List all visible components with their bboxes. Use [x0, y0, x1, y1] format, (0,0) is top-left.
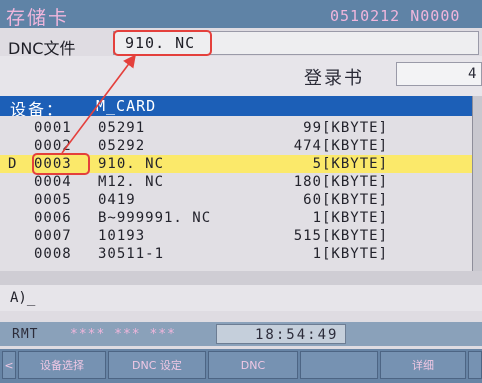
softkey-detail-button[interactable]: 详细: [380, 351, 466, 379]
status-stars: **** *** ***: [70, 327, 176, 342]
command-line[interactable]: [0, 285, 482, 311]
softkey-device-select-button[interactable]: 设备选择: [18, 351, 106, 379]
clock: 18:54:49: [255, 327, 339, 343]
softkey-next-button[interactable]: [468, 351, 482, 379]
mode-indicator: RMT: [12, 327, 39, 342]
softkey-back-button[interactable]: <: [2, 351, 16, 379]
softkey-empty-button[interactable]: [300, 351, 378, 379]
list-scrollbar[interactable]: [472, 96, 482, 271]
separator: [0, 271, 482, 285]
command-line-text: A)_: [10, 290, 36, 306]
softkey-dnc-button[interactable]: DNC: [208, 351, 298, 379]
cnc-screen: 存储卡 0510212 N0000 DNC文件 910. NC 登录书 4 设备…: [0, 0, 482, 383]
softkey-dnc-setting-button[interactable]: DNC 设定: [108, 351, 206, 379]
